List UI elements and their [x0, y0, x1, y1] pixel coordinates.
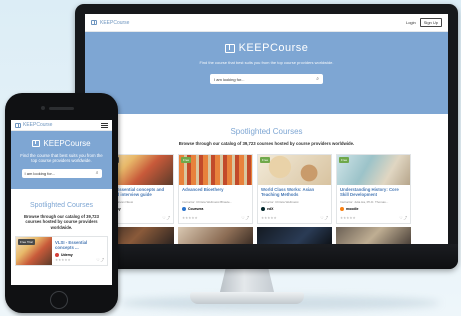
provider-name: edX: [267, 207, 274, 211]
mobile-navbar: KEEPCourse: [11, 120, 112, 131]
monitor-stand-base: [190, 292, 304, 304]
hero-logo: KEEPCourse: [85, 42, 448, 54]
search-icon[interactable]: ⌕: [316, 76, 319, 82]
course-thumbnail: Free Trial: [16, 237, 52, 266]
badge: Free Trial: [18, 239, 35, 246]
provider-logo-icon: [55, 253, 59, 258]
course-provider: Coursera: [182, 207, 249, 211]
card-actions[interactable]: ♡ ⤴: [96, 258, 104, 263]
hamburger-menu-icon[interactable]: [101, 122, 108, 128]
hero-banner: KEEPCourse Find the course that best sui…: [85, 32, 448, 114]
course-instructor: Instructor: Christa Wellmeist Bhaule...: [182, 200, 233, 204]
course-card[interactable]: Free Advanced Bioethery Instructor: Chri…: [178, 154, 253, 224]
mobile-screen: KEEPCourse KEEPCourse Find the course th…: [11, 120, 112, 285]
hero-logo: KEEPCourse: [11, 139, 112, 148]
signup-button[interactable]: Sign Up: [419, 18, 442, 27]
card-actions[interactable]: ♡ ⤴: [162, 216, 170, 221]
speaker-grille: [49, 107, 74, 110]
spotlight-section: Spotlighted Courses Browse through our c…: [11, 189, 112, 230]
badge: Free: [339, 157, 350, 163]
course-title[interactable]: Advanced Bioethery: [182, 187, 249, 198]
provider-name: Coursera: [188, 207, 204, 211]
login-link[interactable]: Login: [406, 20, 416, 25]
spotlight-section: Spotlighted Courses Browse through our c…: [85, 114, 448, 146]
book-icon: [32, 140, 41, 147]
badge: Free: [260, 157, 271, 163]
book-icon: [224, 43, 235, 53]
hero-banner: KEEPCourse Find the course that best sui…: [11, 131, 112, 189]
course-provider: Udemy: [55, 253, 104, 258]
course-card[interactable]: Free World Class Works: Asian Teaching M…: [257, 154, 332, 224]
course-title[interactable]: VLSI - Essential concepts ...: [55, 240, 104, 250]
logo-text: KEEPCourse: [23, 122, 53, 128]
home-button[interactable]: [50, 291, 68, 309]
course-thumbnail[interactable]: [178, 227, 253, 244]
course-card-row: Free Trial VLSI - Essential concepts and…: [85, 146, 448, 224]
hero-logo-text: KEEPCourse: [43, 139, 91, 148]
hero-logo-text: KEEPCourse: [238, 42, 309, 54]
course-title[interactable]: Understanding History: Core Skill Develo…: [340, 187, 407, 198]
monitor-chin: [75, 244, 458, 269]
course-thumbnail: Free: [337, 155, 410, 185]
mobile-phone: KEEPCourse KEEPCourse Find the course th…: [5, 93, 118, 313]
rating-stars: ★★★★★: [261, 216, 277, 220]
nav-logo[interactable]: KEEPCourse: [15, 122, 52, 128]
course-card[interactable]: Free Trial VLSI - Essential concepts ...…: [15, 236, 108, 267]
course-title[interactable]: World Class Works: Asian Teaching Method…: [261, 187, 328, 198]
book-icon: [15, 122, 21, 128]
logo-text: KEEPCourse: [100, 19, 130, 26]
course-instructor: Instructor: Christa Wellmeist: [261, 200, 299, 204]
search-icon[interactable]: ⌕: [96, 170, 99, 176]
search-placeholder: I am looking for...: [214, 76, 245, 82]
book-icon: [91, 20, 97, 25]
course-card-row-2: [85, 224, 448, 244]
course-provider: moodle: [340, 207, 407, 211]
course-thumbnail[interactable]: [336, 227, 411, 244]
course-instructor: Instructor: Julia Ha, Ph.D. Thomas...: [340, 200, 389, 204]
provider-name: Udemy: [61, 253, 73, 258]
section-title: Spotlighted Courses: [29, 202, 94, 209]
search-input[interactable]: I am looking for... ⌕: [210, 74, 323, 84]
rating-stars: ★★★★★: [340, 216, 356, 220]
section-title: Spotlighted Courses: [230, 127, 303, 136]
camera-icon: [41, 106, 45, 110]
card-actions[interactable]: ♡ ⤴: [320, 216, 328, 221]
provider-logo-icon: [340, 207, 344, 211]
card-actions[interactable]: ♡ ⤴: [241, 216, 249, 221]
provider-logo-icon: [261, 207, 265, 211]
hero-tagline: Find the course that best suits you from…: [20, 153, 103, 164]
nav-logo[interactable]: KEEPCourse: [91, 20, 129, 26]
search-input[interactable]: I am looking for... ⌕: [21, 168, 102, 178]
desktop-monitor: KEEPCourse Login Sign Up KEEPCourse Find…: [75, 4, 458, 269]
course-thumbnail[interactable]: [257, 227, 332, 244]
desktop-screen: KEEPCourse Login Sign Up KEEPCourse Find…: [85, 14, 448, 244]
rating-stars: ★★★★★: [55, 258, 71, 263]
rating-stars: ★★★★★: [182, 216, 198, 220]
card-actions[interactable]: ♡ ⤴: [399, 216, 407, 221]
search-placeholder: I am looking for...: [24, 170, 55, 176]
section-subtitle: Browse through our catalog of 39,723 cou…: [24, 214, 99, 230]
badge: Free: [181, 157, 192, 163]
course-thumbnail: Free: [179, 155, 252, 185]
desktop-navbar: KEEPCourse Login Sign Up: [85, 14, 448, 32]
course-thumbnail: Free: [258, 155, 331, 185]
course-card[interactable]: Free Understanding History: Core Skill D…: [336, 154, 411, 224]
hero-tagline: Find the course that best suits you from…: [199, 60, 334, 65]
provider-name: moodle: [346, 207, 359, 211]
course-provider: edX: [261, 207, 328, 211]
provider-logo-icon: [182, 207, 186, 211]
